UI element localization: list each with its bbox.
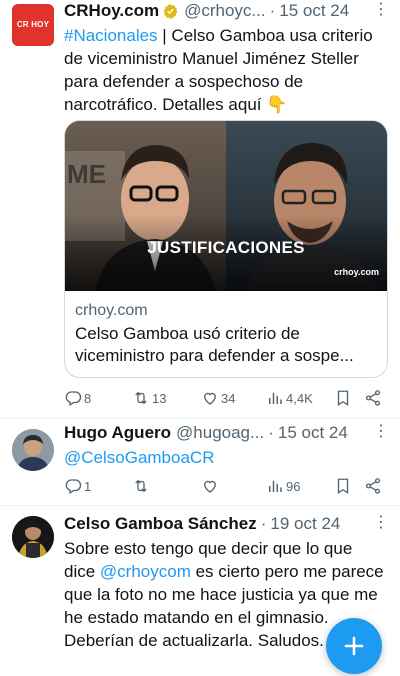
tweet-text: @CelsoGamboaCR xyxy=(64,446,388,469)
separator-dot: · xyxy=(260,514,267,533)
avatar-hugo-aguero[interactable] xyxy=(12,429,54,471)
views-count: 4,4K xyxy=(286,390,313,406)
reply-count: 8 xyxy=(84,390,92,406)
more-options-icon[interactable]: ⋮ xyxy=(373,0,389,20)
reply-count: 1 xyxy=(84,478,92,494)
views-icon xyxy=(269,480,282,492)
retweet-icon xyxy=(135,479,147,493)
avatar-celso-gamboa-photo xyxy=(12,516,54,558)
verified-badge-icon xyxy=(163,3,178,19)
card-image[interactable]: ME JUSTIFICACIONES xyxy=(65,121,387,291)
handle[interactable]: @hugoag... xyxy=(176,422,264,444)
card-image-art: ME xyxy=(65,121,387,291)
tweet-date[interactable]: 19 oct 24 xyxy=(270,513,340,535)
bookmark-icon xyxy=(337,390,349,407)
card-title: Celso Gamboa usó criterio de viceministr… xyxy=(75,324,354,365)
retweet-button[interactable]: 13 xyxy=(132,389,166,407)
compose-button[interactable] xyxy=(326,618,382,674)
views-icon xyxy=(269,392,282,404)
card-image-caption: JUSTIFICACIONES xyxy=(147,238,305,257)
bookmark-button[interactable] xyxy=(334,477,352,495)
like-button[interactable]: 34 xyxy=(201,389,235,407)
avatar-crhoy[interactable]: CR HOY xyxy=(12,4,54,46)
mention-link[interactable]: @crhoycom xyxy=(100,562,191,581)
reply-button[interactable]: 8 xyxy=(64,389,91,407)
like-count: 34 xyxy=(221,390,236,406)
compose-plus-icon xyxy=(344,636,364,656)
hashtag-link[interactable]: #Nacionales xyxy=(64,26,158,45)
like-button[interactable] xyxy=(201,477,221,495)
avatar-hugo-aguero-photo xyxy=(12,429,54,471)
reply-button[interactable]: 1 xyxy=(64,477,91,495)
tweet-text: #Nacionales | Celso Gamboa usa criterio … xyxy=(64,24,388,116)
share-button[interactable] xyxy=(364,389,382,407)
tweet-crhoy[interactable]: CR HOY CRHoy.com @crhoyc... · 15 oct 24 … xyxy=(0,0,400,418)
like-icon xyxy=(204,480,216,493)
bookmark-icon xyxy=(337,478,349,495)
reply-icon xyxy=(65,391,82,406)
avatar-celso-gamboa[interactable] xyxy=(12,516,54,558)
tweet-date[interactable]: 15 oct 24 xyxy=(279,0,349,22)
bookmark-button[interactable] xyxy=(334,389,352,407)
tweet-date[interactable]: 15 oct 24 xyxy=(278,422,348,444)
retweet-count: 13 xyxy=(152,390,167,406)
share-icon xyxy=(365,390,381,406)
more-options-icon[interactable]: ⋮ xyxy=(373,513,389,533)
display-name[interactable]: CRHoy.com xyxy=(64,0,159,22)
views-button[interactable]: 4,4K xyxy=(266,389,313,407)
share-button[interactable] xyxy=(364,477,382,495)
retweet-icon xyxy=(135,391,147,405)
tweet-header: CRHoy.com @crhoyc... · 15 oct 24 ⋮ xyxy=(64,0,389,22)
avatar-crhoy-logo-text: CR HOY xyxy=(16,20,50,29)
views-button[interactable]: 96 xyxy=(266,477,300,495)
separator-dot: · xyxy=(268,423,274,442)
like-icon xyxy=(204,392,216,405)
share-icon xyxy=(365,478,381,494)
display-name[interactable]: Hugo Aguero xyxy=(64,422,171,444)
display-name[interactable]: Celso Gamboa Sánchez xyxy=(64,513,257,535)
views-count: 96 xyxy=(286,478,301,494)
retweet-button[interactable] xyxy=(132,477,152,495)
tweet-header: Celso Gamboa Sánchez · 19 oct 24 ⋮ xyxy=(64,513,389,535)
handle[interactable]: @crhoyc... xyxy=(184,0,266,22)
reply-icon xyxy=(65,479,82,494)
tweet-hugo-aguero[interactable]: Hugo Aguero @hugoag... · 15 oct 24 ⋮ @Ce… xyxy=(0,419,400,505)
card-domain: crhoy.com xyxy=(75,302,148,319)
more-options-icon[interactable]: ⋮ xyxy=(373,422,389,442)
card-image-watermark: crhoy.com xyxy=(334,267,379,277)
link-card[interactable]: ME JUSTIFICACIONES xyxy=(64,120,388,378)
tweet-actions: 8 13 34 4,4K xyxy=(64,386,388,410)
mention-link[interactable]: @CelsoGamboaCR xyxy=(64,448,214,467)
separator-dot: · xyxy=(269,1,276,20)
tweet-header: Hugo Aguero @hugoag... · 15 oct 24 ⋮ xyxy=(64,422,389,444)
tweet-actions: 1 96 xyxy=(64,474,388,498)
